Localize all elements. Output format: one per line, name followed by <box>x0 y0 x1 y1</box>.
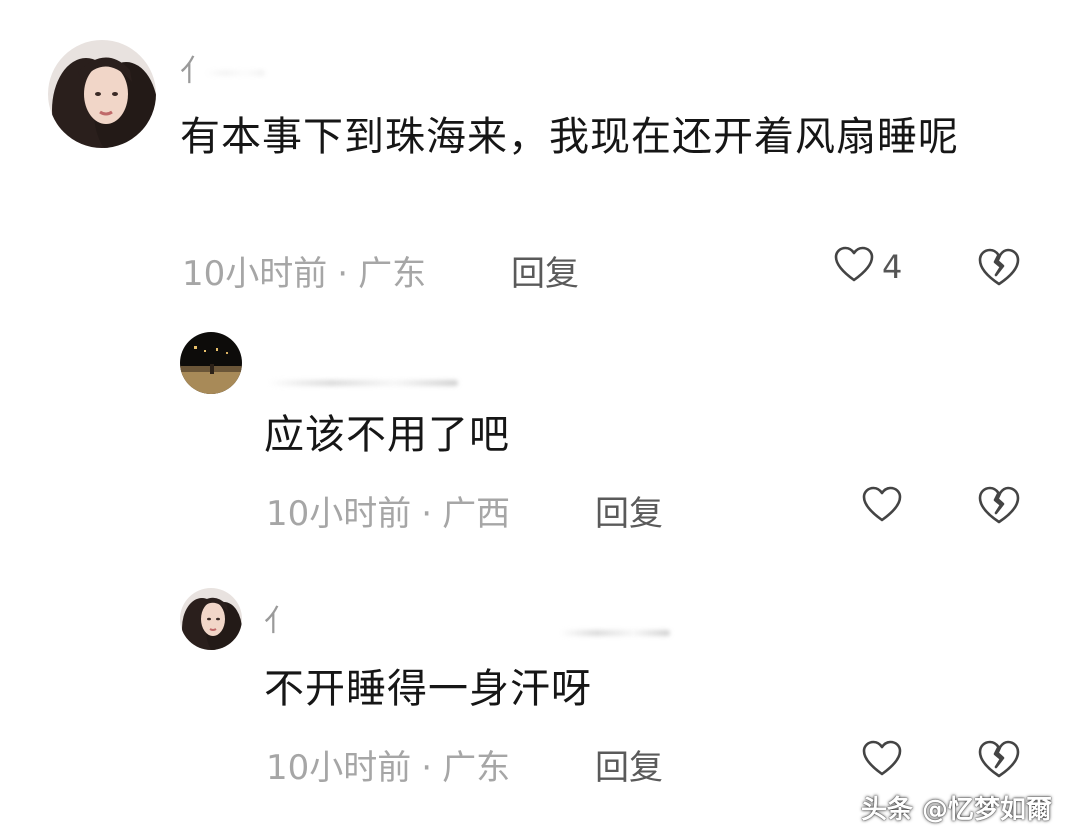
like-button[interactable]: 4 <box>834 246 902 288</box>
dislike-button[interactable] <box>978 740 1020 784</box>
avatar[interactable] <box>180 588 242 650</box>
comment-location: 广东 <box>442 748 511 788</box>
heart-outline-icon <box>862 740 902 782</box>
dislike-button[interactable] <box>978 248 1020 292</box>
comment-time: 10小时前 <box>266 748 412 788</box>
comment-text: 不开睡得一身汗呀 <box>264 666 592 712</box>
watermark: 头条 @忆梦如爾 <box>860 795 1052 825</box>
username[interactable]: 亻 <box>180 46 211 90</box>
meta-separator: · <box>421 748 433 788</box>
comment-time: 10小时前 <box>266 494 412 534</box>
username-redacted <box>268 380 458 386</box>
comment-meta: 10小时前 · 广东 <box>182 246 426 295</box>
comment-text: 有本事下到珠海来，我现在还开着风扇睡呢 <box>180 114 959 160</box>
like-button[interactable] <box>862 740 910 782</box>
heart-outline-icon <box>862 486 902 528</box>
like-button[interactable] <box>862 486 910 528</box>
comment-thread: 亻 有本事下到珠海来，我现在还开着风扇睡呢 10小时前 · 广东 回复 4 应该… <box>0 0 1080 840</box>
heart-outline-icon <box>834 246 874 288</box>
broken-heart-icon <box>978 740 1020 784</box>
meta-separator: · <box>421 494 433 534</box>
comment-meta: 10小时前 · 广东 <box>266 740 510 789</box>
avatar[interactable] <box>180 332 242 394</box>
username-redacted <box>205 70 265 76</box>
like-count: 4 <box>882 248 903 286</box>
reply-button[interactable]: 回复 <box>595 486 663 535</box>
comment-item: 亻 有本事下到珠海来，我现在还开着风扇睡呢 10小时前 · 广东 回复 4 <box>0 0 1080 300</box>
username[interactable]: 亻 <box>264 596 295 640</box>
comment-location: 广西 <box>442 494 511 534</box>
username-redacted <box>560 630 670 636</box>
comment-text: 应该不用了吧 <box>264 412 510 458</box>
comment-meta: 10小时前 · 广西 <box>266 486 510 535</box>
avatar[interactable] <box>48 40 156 148</box>
comment-time: 10小时前 <box>182 254 328 294</box>
broken-heart-icon <box>978 486 1020 530</box>
reply-button[interactable]: 回复 <box>595 740 663 789</box>
reply-item: 应该不用了吧 10小时前 · 广西 回复 <box>0 300 1080 560</box>
comment-location: 广东 <box>358 254 427 294</box>
broken-heart-icon <box>978 248 1020 292</box>
dislike-button[interactable] <box>978 486 1020 530</box>
reply-button[interactable]: 回复 <box>511 246 579 295</box>
meta-separator: · <box>337 254 349 294</box>
